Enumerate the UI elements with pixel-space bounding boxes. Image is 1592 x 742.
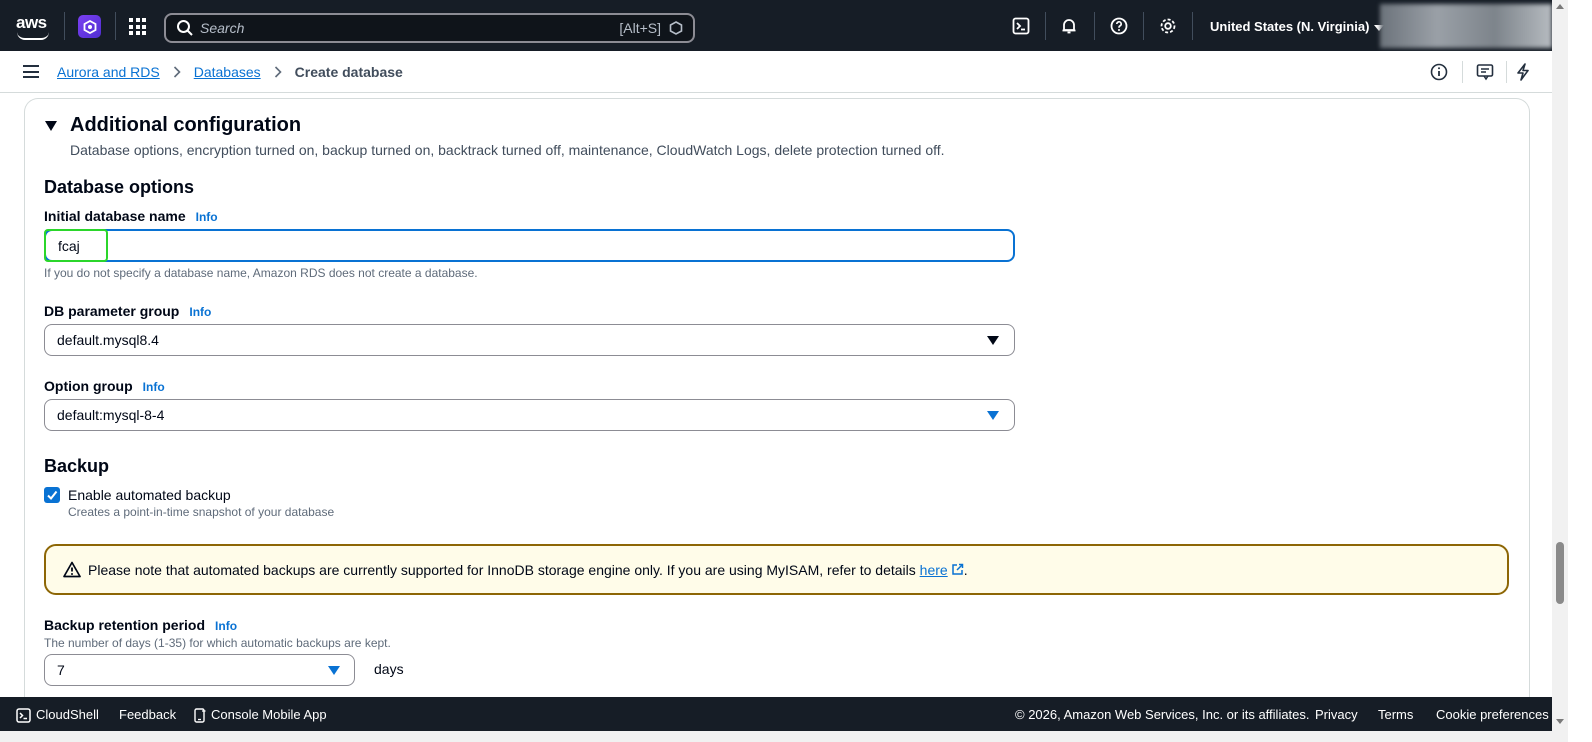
initial-db-name-hint: If you do not specify a database name, A… bbox=[44, 266, 478, 280]
retention-label-text: Backup retention period bbox=[44, 617, 206, 633]
backup-heading: Backup bbox=[44, 456, 110, 476]
search-input[interactable] bbox=[194, 19, 620, 37]
retention-period-select[interactable]: 7 bbox=[44, 654, 355, 686]
scrollbar-track[interactable] bbox=[1552, 0, 1568, 742]
option-group-value: default:mysql-8-4 bbox=[57, 407, 165, 423]
feedback-panel-icon[interactable] bbox=[1476, 63, 1494, 81]
cloudshell-icon[interactable] bbox=[1012, 17, 1030, 35]
breadcrumb: Aurora and RDS Databases Create database bbox=[57, 64, 403, 80]
footer: CloudShell Feedback Console Mobile App ©… bbox=[0, 697, 1552, 731]
nav-divider bbox=[1045, 12, 1046, 40]
chevron-right-icon bbox=[274, 66, 282, 78]
mobile-phone-icon bbox=[194, 708, 206, 723]
retention-label: Backup retention period Info bbox=[44, 617, 237, 633]
footer-cloudshell[interactable]: CloudShell bbox=[16, 707, 99, 723]
enable-backup-description: Creates a point-in-time snapshot of your… bbox=[68, 505, 335, 519]
breadcrumb-databases[interactable]: Databases bbox=[194, 64, 261, 80]
database-options-heading: Database options bbox=[44, 177, 195, 197]
retention-hint: The number of days (1-35) for which auto… bbox=[44, 636, 391, 650]
nav-divider bbox=[1143, 12, 1144, 40]
info-link[interactable]: Info bbox=[189, 305, 211, 319]
nav-divider bbox=[1192, 12, 1193, 40]
bar-divider bbox=[1506, 61, 1507, 83]
aws-logo-text: aws bbox=[16, 13, 47, 32]
caret-down-icon bbox=[987, 336, 999, 345]
alert-message: Please note that automated backups are c… bbox=[88, 562, 968, 578]
footer-privacy[interactable]: Privacy bbox=[1315, 707, 1358, 722]
region-selector[interactable]: United States (N. Virginia) bbox=[1210, 19, 1385, 34]
search-shortcut: [Alt+S] bbox=[619, 20, 661, 36]
initial-db-name-label: Initial database name Info bbox=[44, 208, 218, 224]
chevron-right-icon bbox=[173, 66, 181, 78]
search-bar[interactable]: [Alt+S] bbox=[164, 13, 695, 43]
initial-db-name-input[interactable] bbox=[44, 229, 1015, 262]
footer-mobile-app-label: Console Mobile App bbox=[211, 707, 327, 722]
aws-logo[interactable]: aws bbox=[16, 14, 50, 40]
db-parameter-group-value: default.mysql8.4 bbox=[57, 332, 159, 348]
aws-smile-icon bbox=[17, 32, 49, 40]
option-group-label: Option group Info bbox=[44, 378, 165, 394]
footer-terms[interactable]: Terms bbox=[1378, 707, 1413, 722]
warning-icon bbox=[63, 561, 81, 578]
external-link-icon bbox=[951, 563, 963, 575]
db-parameter-group-select[interactable]: default.mysql8.4 bbox=[44, 324, 1015, 356]
retention-period-value: 7 bbox=[57, 662, 65, 678]
info-link[interactable]: Info bbox=[143, 380, 165, 394]
region-label: United States (N. Virginia) bbox=[1210, 19, 1370, 34]
scroll-down-arrow-icon[interactable] bbox=[1556, 719, 1564, 724]
top-navigation: aws [Alt+S] United States (N. Virginia) bbox=[0, 0, 1568, 51]
initial-db-name-label-text: Initial database name bbox=[44, 208, 186, 224]
nav-divider bbox=[1094, 12, 1095, 40]
settings-gear-icon[interactable] bbox=[1159, 17, 1177, 35]
service-badge-icon[interactable] bbox=[78, 15, 101, 38]
section-description: Database options, encryption turned on, … bbox=[70, 142, 945, 158]
scrollbar-thumb[interactable] bbox=[1556, 542, 1564, 604]
alert-text: Please note that automated backups are c… bbox=[88, 561, 920, 578]
info-panel-icon[interactable] bbox=[1430, 63, 1448, 81]
option-group-select[interactable]: default:mysql-8-4 bbox=[44, 399, 1015, 431]
footer-feedback[interactable]: Feedback bbox=[119, 707, 176, 722]
alert-end: . bbox=[963, 561, 968, 578]
footer-copyright: © 2026, Amazon Web Services, Inc. or its… bbox=[1015, 707, 1310, 722]
caret-down-icon bbox=[328, 666, 340, 675]
bar-divider bbox=[1462, 61, 1463, 83]
info-link[interactable]: Info bbox=[196, 210, 218, 224]
db-parameter-group-label: DB parameter group Info bbox=[44, 303, 211, 319]
nav-divider bbox=[115, 12, 116, 40]
menu-hamburger-icon[interactable] bbox=[23, 65, 39, 78]
search-icon bbox=[177, 20, 193, 36]
caret-down-icon bbox=[987, 411, 999, 420]
enable-backup-checkbox[interactable] bbox=[44, 487, 60, 503]
breadcrumb-current: Create database bbox=[294, 64, 403, 80]
notifications-bell-icon[interactable] bbox=[1060, 17, 1078, 35]
breadcrumb-bar: Aurora and RDS Databases Create database bbox=[0, 51, 1568, 93]
expand-caret-down-icon[interactable] bbox=[45, 121, 57, 131]
lightning-icon[interactable] bbox=[1514, 63, 1532, 81]
cloudshell-icon bbox=[16, 708, 31, 723]
option-group-label-text: Option group bbox=[44, 378, 133, 394]
account-menu[interactable] bbox=[1380, 4, 1552, 48]
alert-here-link[interactable]: here bbox=[920, 562, 948, 578]
info-link[interactable]: Info bbox=[215, 619, 237, 633]
services-grid-icon[interactable] bbox=[129, 18, 146, 35]
footer-mobile-app[interactable]: Console Mobile App bbox=[194, 707, 327, 723]
breadcrumb-aurora-rds[interactable]: Aurora and RDS bbox=[57, 64, 160, 80]
bottom-strip bbox=[0, 731, 1552, 742]
amazon-q-icon[interactable] bbox=[669, 21, 683, 35]
backup-warning-alert: Please note that automated backups are c… bbox=[44, 544, 1509, 595]
db-parameter-group-label-text: DB parameter group bbox=[44, 303, 180, 319]
footer-cookie-preferences[interactable]: Cookie preferences bbox=[1436, 707, 1549, 722]
nav-divider bbox=[64, 12, 65, 40]
retention-unit: days bbox=[374, 661, 404, 677]
enable-backup-label[interactable]: Enable automated backup bbox=[68, 487, 231, 503]
footer-cloudshell-label: CloudShell bbox=[36, 707, 99, 722]
section-title[interactable]: Additional configuration bbox=[70, 114, 301, 137]
scroll-up-arrow-icon[interactable] bbox=[1556, 4, 1564, 9]
help-icon[interactable] bbox=[1110, 17, 1128, 35]
checkmark-icon bbox=[47, 490, 58, 501]
